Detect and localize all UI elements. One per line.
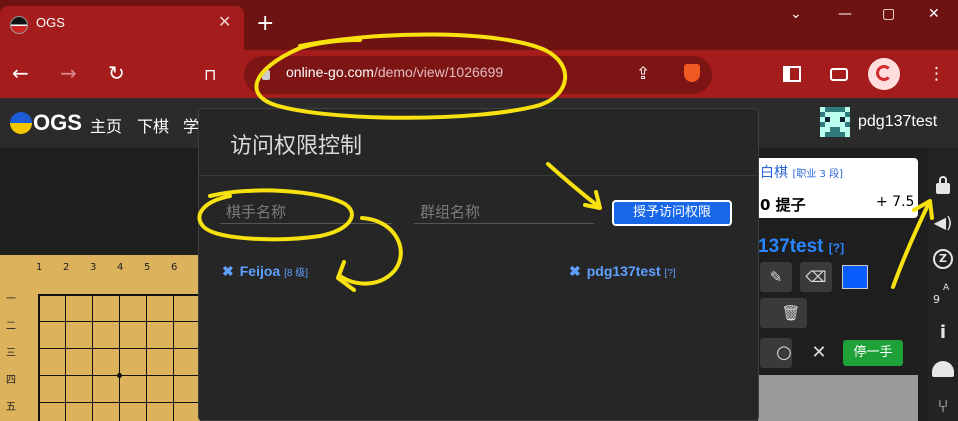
lock-icon	[262, 70, 270, 80]
url-host: online-go.com	[286, 64, 374, 80]
bookmark-icon[interactable]: ⊓	[204, 64, 216, 86]
board-edge-line	[38, 294, 40, 421]
board-col-label: 2	[63, 262, 70, 273]
board-grid-line	[92, 294, 93, 421]
pass-button[interactable]: 停一手	[843, 340, 903, 366]
board-row-label: 四	[6, 375, 16, 386]
sidebar-toggle-icon[interactable]	[783, 66, 801, 82]
white-label: 白棋	[760, 165, 788, 181]
access-entry-rank: [?]	[664, 268, 676, 279]
board-col-label: 1	[36, 262, 43, 273]
player-name-text: 137test	[758, 236, 824, 257]
forward-arrow-icon[interactable]: →	[60, 62, 77, 84]
board-col-label: 6	[171, 262, 178, 273]
wallet-icon[interactable]	[830, 68, 848, 81]
player-rank: [?]	[828, 241, 845, 255]
board-grid-line	[146, 294, 147, 421]
board-col-label: 4	[117, 262, 124, 273]
brave-shield-icon[interactable]	[684, 64, 700, 82]
captures-label: 提子	[775, 196, 806, 214]
url-path: /demo/view/1026699	[373, 64, 504, 80]
komi-value: + 7.5	[876, 194, 915, 210]
back-arrow-icon[interactable]: ←	[12, 62, 29, 84]
nav-home[interactable]: 主页	[90, 113, 122, 137]
share-icon[interactable]: ⇪	[636, 64, 650, 84]
coordinates-a-label[interactable]: A	[943, 283, 949, 293]
board-row-label: 一	[6, 294, 16, 305]
site-logo-text[interactable]: OGS	[33, 110, 82, 136]
nav-learn[interactable]: 学	[183, 113, 199, 137]
grant-access-button[interactable]: 授予访问权限	[612, 200, 732, 226]
star-point	[117, 373, 122, 378]
board-col-label: 3	[90, 262, 97, 273]
menu-kebab-icon[interactable]: ⋮	[928, 64, 945, 84]
branch-icon[interactable]: ⑂	[930, 396, 956, 417]
player-name-input[interactable]	[220, 200, 392, 224]
sound-icon[interactable]: ◀)	[930, 213, 956, 232]
board-grid-line	[119, 294, 120, 421]
remove-access-icon[interactable]: ✖	[222, 263, 234, 279]
nav-play[interactable]: 下棋	[137, 113, 169, 137]
lock-shackle	[939, 176, 947, 185]
player-name[interactable]: 137test [?]	[758, 236, 844, 258]
captures-count: 0	[760, 196, 771, 214]
board-grid-line	[173, 294, 174, 421]
board-row-label: 五	[6, 402, 16, 413]
access-entry: ✖ pdg137test [?]	[569, 263, 676, 280]
board-grid-line	[65, 294, 66, 421]
header-username[interactable]: pdg137test	[858, 113, 937, 131]
ogs-logo-icon[interactable]	[10, 112, 32, 134]
new-tab-button[interactable]: +	[256, 13, 274, 35]
pixel-avatar-icon	[820, 107, 850, 137]
access-entry-name[interactable]: Feijoa	[240, 263, 280, 279]
zen-mode-icon[interactable]: Z	[933, 249, 953, 269]
url-text[interactable]: online-go.com/demo/view/1026699	[286, 64, 503, 80]
x-mark-icon[interactable]: ✕	[803, 339, 835, 367]
maximize-button[interactable]: ▢	[882, 6, 895, 22]
white-rank: [职业 3 段]	[792, 169, 843, 180]
info-icon[interactable]: i	[930, 322, 956, 343]
tab-close-icon[interactable]: ✕	[218, 12, 231, 31]
pencil-tool-button[interactable]: ✎	[760, 262, 792, 292]
chat-area	[758, 375, 918, 421]
eraser-tool-button[interactable]: ⌫	[800, 262, 832, 292]
board-col-label: 5	[144, 262, 151, 273]
gauge-icon[interactable]	[932, 361, 954, 377]
reload-icon[interactable]: ↻	[108, 62, 125, 84]
remove-access-icon[interactable]: ✖	[569, 263, 581, 279]
user-avatar[interactable]	[820, 107, 850, 137]
circle-mark-icon[interactable]: ○	[768, 339, 800, 367]
ogs-favicon-icon	[10, 16, 28, 34]
go-board[interactable]	[0, 255, 200, 421]
coordinates-9-label[interactable]: 9	[933, 293, 940, 306]
captures: 0 提子	[760, 194, 806, 215]
window-close-button[interactable]: ✕	[928, 6, 940, 22]
collapse-tabs-icon[interactable]: ⌄	[790, 6, 802, 22]
profile-swirl-icon	[876, 65, 892, 81]
modal-divider	[199, 175, 758, 176]
access-entry-rank: [8 级]	[284, 268, 308, 279]
access-entry: ✖ Feijoa [8 级]	[222, 263, 308, 280]
white-player-label: 白棋 [职业 3 段]	[760, 162, 843, 182]
board-row-label: 三	[6, 348, 16, 359]
trash-button[interactable]: 🗑	[775, 298, 807, 328]
minimize-button[interactable]: —	[838, 6, 852, 22]
group-name-input[interactable]	[414, 200, 594, 224]
modal-title: 访问权限控制	[230, 134, 363, 159]
board-row-label: 二	[6, 321, 16, 332]
tab-title: OGS	[36, 15, 65, 30]
color-swatch[interactable]	[842, 265, 868, 289]
access-entry-name[interactable]: pdg137test	[587, 263, 661, 279]
